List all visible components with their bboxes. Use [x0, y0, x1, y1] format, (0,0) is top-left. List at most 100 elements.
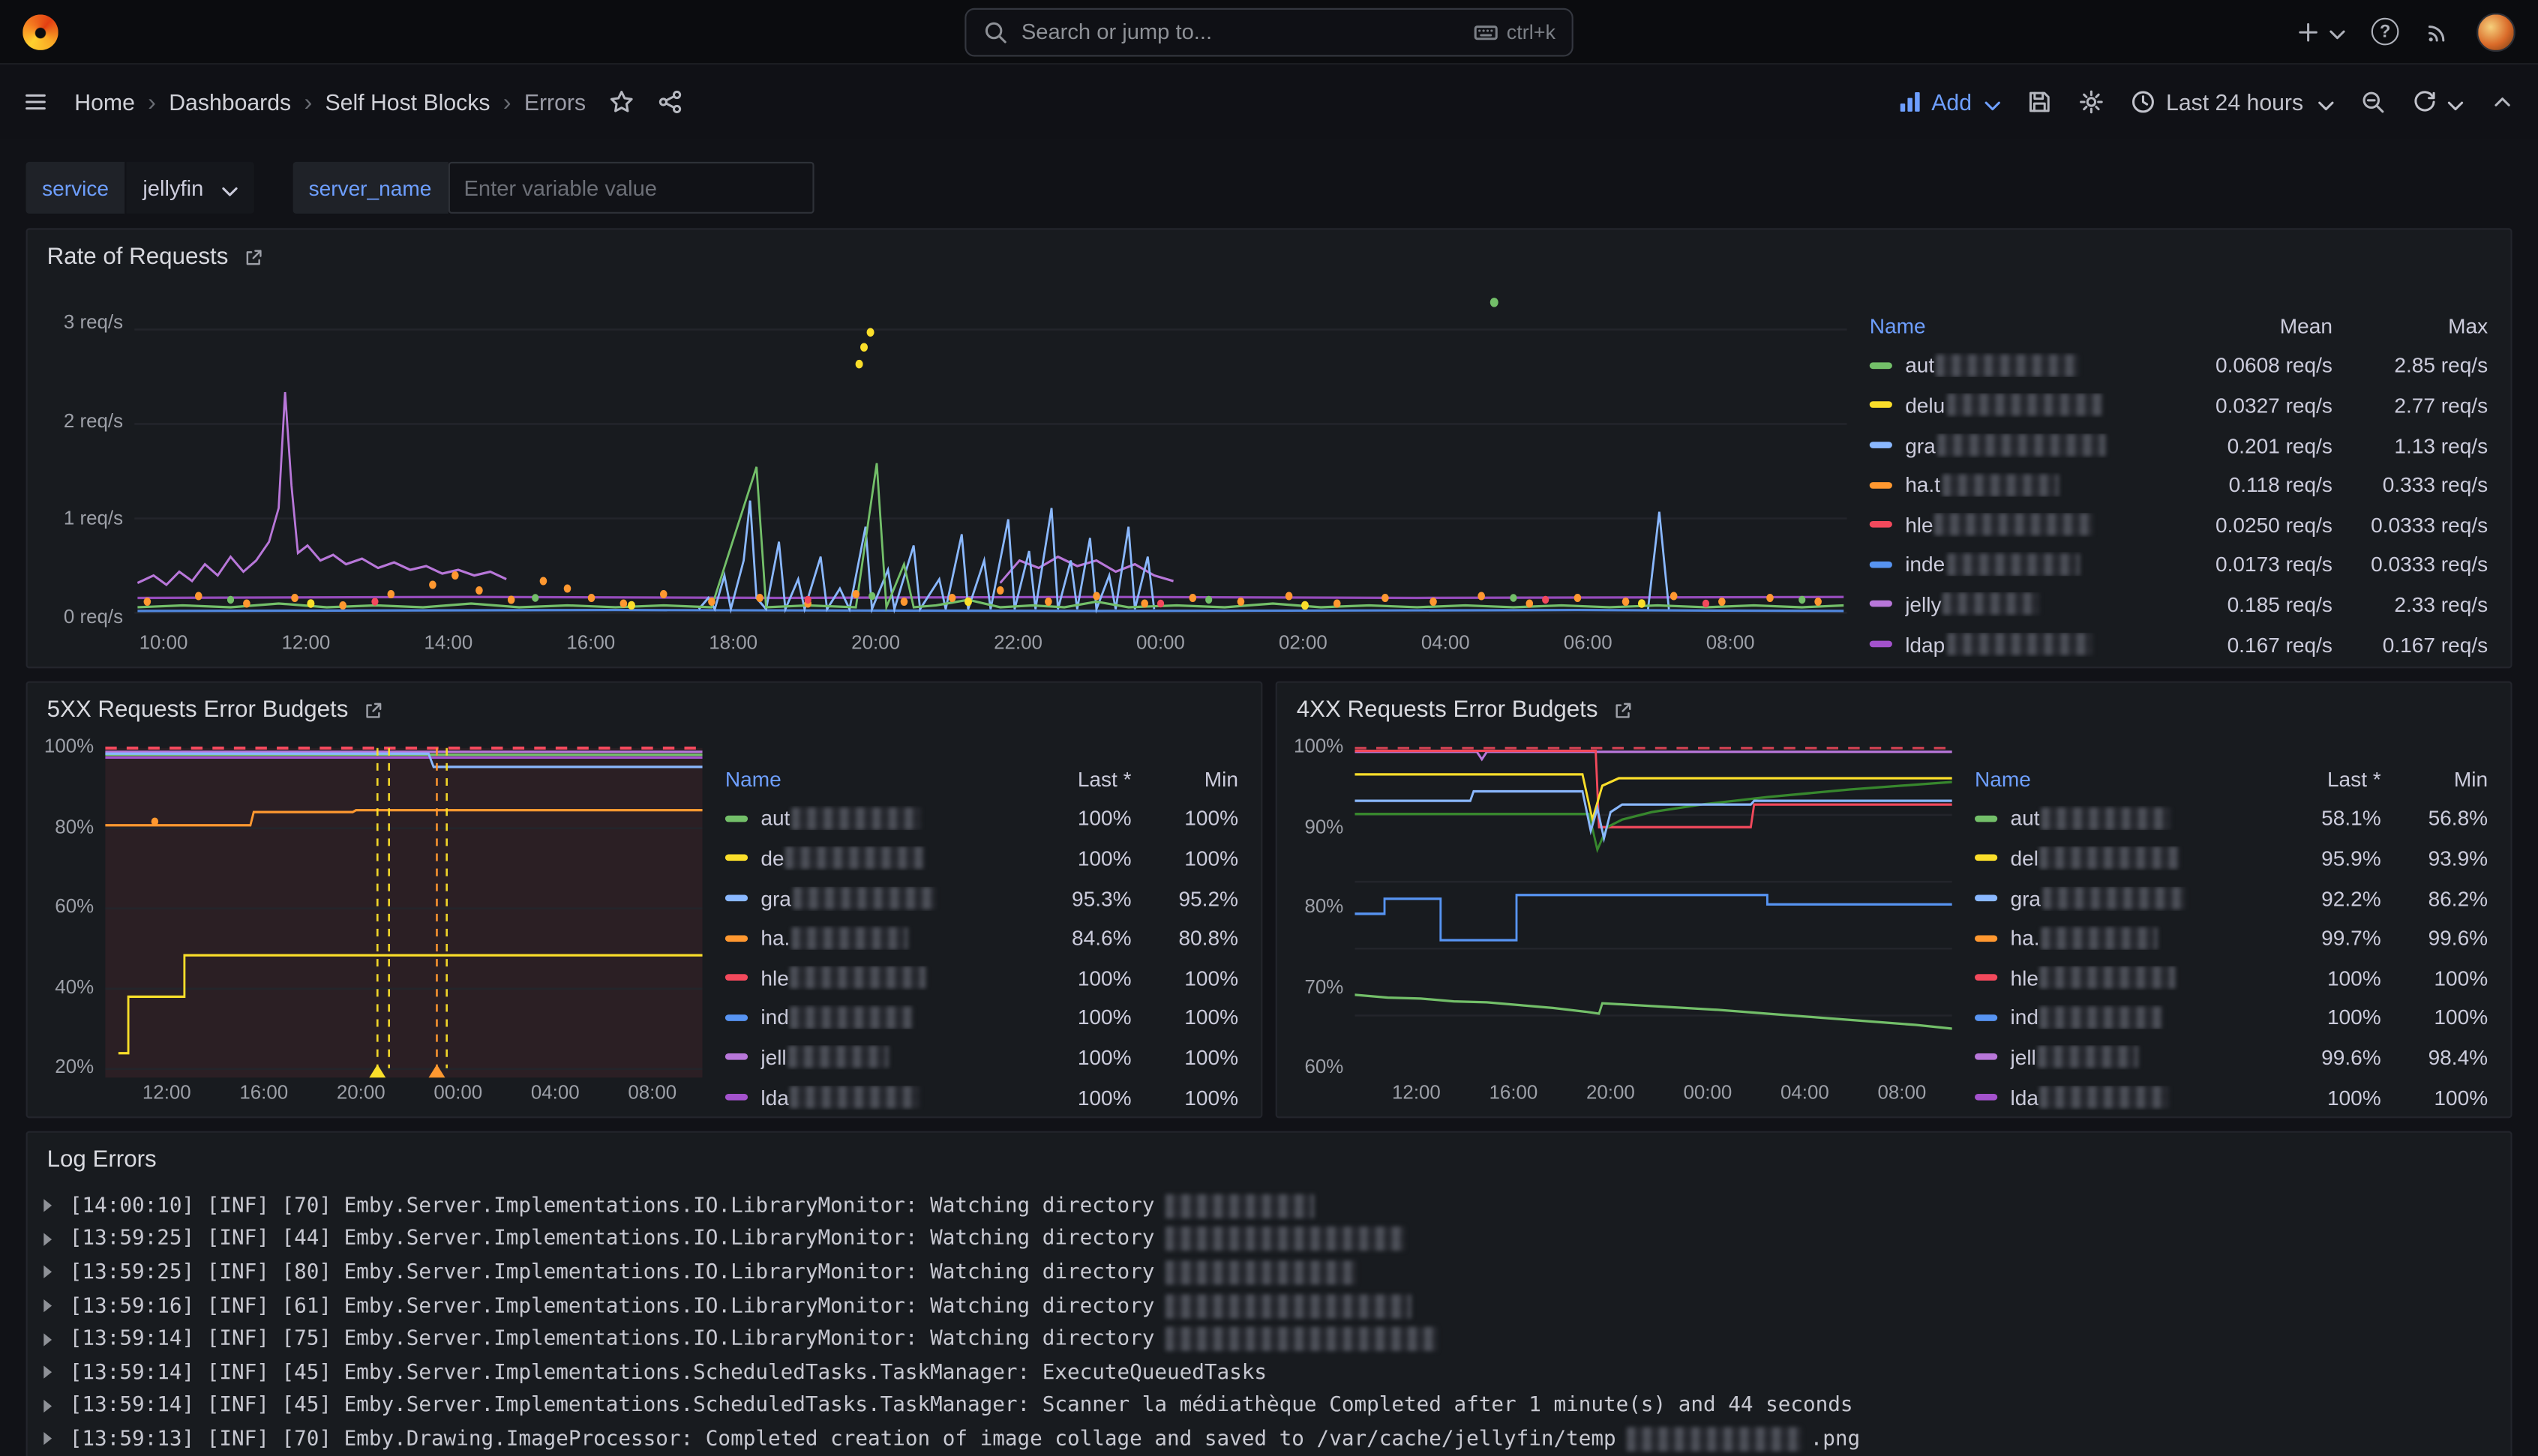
breadcrumb-dashboards[interactable]: Dashboards — [169, 89, 291, 115]
collapse-toolbar-icon[interactable] — [2489, 89, 2516, 115]
star-icon[interactable] — [608, 89, 634, 115]
log-row[interactable]: [14:00:10] [INF] [70] Emby.Server.Implem… — [44, 1189, 2491, 1222]
series-name[interactable]: ha. — [2010, 926, 2252, 950]
time-range-picker[interactable]: Last 24 hours — [2131, 89, 2335, 115]
log-row[interactable]: [13:59:13] [INF] [70] Emby.Drawing.Image… — [44, 1422, 2491, 1455]
variable-server-input[interactable] — [448, 162, 814, 214]
external-link-icon[interactable] — [243, 247, 264, 268]
legend-row[interactable]: jelly 0.185 req/s 2.33 req/s — [1870, 584, 2488, 624]
series-name[interactable]: del — [2010, 846, 2252, 870]
legend-row[interactable]: lda 100% 100% — [1975, 1077, 2488, 1117]
series-name[interactable]: jell — [2010, 1045, 2252, 1069]
panel-title[interactable]: Rate of Requests — [47, 244, 229, 271]
legend-row[interactable]: ind 100% 100% — [725, 998, 1238, 1038]
legend-row[interactable]: lda 100% 100% — [725, 1077, 1238, 1117]
legend-row[interactable]: hle 100% 100% — [725, 958, 1238, 998]
legend-row[interactable]: hle 0.0250 req/s 0.0333 req/s — [1870, 505, 2488, 544]
log-row[interactable]: [13:59:14] [INF] [75] Emby.Server.Implem… — [44, 1323, 2491, 1356]
series-name[interactable]: lda — [2010, 1085, 2252, 1109]
menu-toggle-button[interactable] — [22, 89, 49, 115]
series-name[interactable]: jell — [760, 1045, 1002, 1069]
legend-row[interactable]: de 100% 100% — [725, 838, 1238, 878]
series-name[interactable]: ind — [2010, 1005, 2252, 1029]
search-input[interactable]: Search or jump to... ctrl+k — [964, 7, 1573, 56]
legend-col-min[interactable]: Min — [1132, 767, 1238, 791]
legend-row[interactable]: aut 58.1% 56.8% — [1975, 798, 2488, 838]
series-name[interactable]: ha. — [760, 926, 1002, 950]
series-name[interactable]: gra — [760, 886, 1002, 910]
grafana-logo[interactable] — [22, 13, 58, 49]
breadcrumb-folder[interactable]: Self Host Blocks — [325, 89, 490, 115]
series-name[interactable]: aut — [2010, 807, 2252, 831]
legend-col-last[interactable]: Last * — [2252, 767, 2381, 791]
legend-row[interactable]: gra 0.201 req/s 1.13 req/s — [1870, 425, 2488, 465]
expand-log-icon[interactable] — [44, 1333, 70, 1346]
log-row[interactable]: [13:59:25] [INF] [44] Emby.Server.Implem… — [44, 1223, 2491, 1256]
variable-service-select[interactable]: jellyfin — [127, 162, 254, 214]
legend-col-min[interactable]: Min — [2381, 767, 2488, 791]
legend-row[interactable]: hle 100% 100% — [1975, 958, 2488, 998]
log-row[interactable]: [13:59:14] [INF] [45] Emby.Server.Implem… — [44, 1389, 2491, 1422]
err4xx-chart-canvas[interactable] — [1354, 733, 1952, 1078]
panel-title[interactable]: Log Errors — [47, 1147, 157, 1173]
external-link-icon[interactable] — [363, 700, 384, 721]
external-link-icon[interactable] — [1612, 700, 1634, 721]
legend-col-name[interactable]: Name — [1870, 313, 2152, 337]
help-button[interactable] — [2372, 18, 2399, 46]
legend-row[interactable]: delu 0.0327 req/s 2.77 req/s — [1870, 385, 2488, 425]
expand-log-icon[interactable] — [44, 1200, 70, 1212]
legend-col-name[interactable]: Name — [725, 767, 1002, 791]
new-button[interactable] — [2295, 19, 2345, 45]
panel-title[interactable]: 5XX Requests Error Budgets — [47, 697, 349, 724]
news-button[interactable] — [2425, 19, 2451, 45]
series-name[interactable]: lda — [760, 1085, 1002, 1109]
rate-chart-canvas[interactable] — [134, 280, 1846, 628]
add-panel-button[interactable]: Add — [1898, 89, 2001, 115]
series-name[interactable]: de — [760, 846, 1002, 870]
series-name[interactable]: ldap — [1905, 632, 2151, 656]
series-name[interactable]: gra — [2010, 886, 2252, 910]
series-name[interactable]: hle — [2010, 966, 2252, 990]
series-name[interactable]: aut — [1905, 353, 2151, 377]
legend-row[interactable]: ind 100% 100% — [1975, 998, 2488, 1038]
series-name[interactable]: jelly — [1905, 592, 2151, 616]
legend-row[interactable]: ha. 99.7% 99.6% — [1975, 918, 2488, 958]
series-name[interactable]: ha.t — [1905, 473, 2151, 497]
log-row[interactable]: [13:59:16] [INF] [61] Emby.Server.Implem… — [44, 1290, 2491, 1323]
err5xx-chart-canvas[interactable] — [105, 733, 702, 1078]
legend-row[interactable]: aut 0.0608 req/s 2.85 req/s — [1870, 346, 2488, 385]
expand-log-icon[interactable] — [44, 1299, 70, 1312]
share-icon[interactable] — [657, 89, 683, 115]
expand-log-icon[interactable] — [44, 1266, 70, 1279]
series-name[interactable]: ind — [760, 1005, 1002, 1029]
legend-row[interactable]: ldap 0.167 req/s 0.167 req/s — [1870, 625, 2488, 664]
user-avatar-button[interactable] — [2476, 12, 2516, 51]
legend-row[interactable]: ha.t 0.118 req/s 0.333 req/s — [1870, 465, 2488, 505]
series-name[interactable]: delu — [1905, 393, 2151, 417]
save-icon[interactable] — [2026, 89, 2053, 115]
refresh-button[interactable] — [2412, 89, 2464, 115]
series-name[interactable]: gra — [1905, 433, 2151, 457]
legend-row[interactable]: inde 0.0173 req/s 0.0333 req/s — [1870, 544, 2488, 584]
legend-row[interactable]: ha. 84.6% 80.8% — [725, 918, 1238, 958]
series-name[interactable]: hle — [1905, 513, 2151, 537]
series-name[interactable]: inde — [1905, 553, 2151, 577]
legend-col-max[interactable]: Max — [2332, 313, 2488, 337]
log-row[interactable]: [13:59:14] [INF] [45] Emby.Server.Implem… — [44, 1356, 2491, 1389]
legend-col-last[interactable]: Last * — [1002, 767, 1132, 791]
gear-icon[interactable] — [2078, 89, 2104, 115]
legend-row[interactable]: jell 99.6% 98.4% — [1975, 1038, 2488, 1077]
panel-title[interactable]: 4XX Requests Error Budgets — [1297, 697, 1598, 724]
legend-row[interactable]: gra 92.2% 86.2% — [1975, 878, 2488, 918]
series-name[interactable]: hle — [760, 966, 1002, 990]
expand-log-icon[interactable] — [44, 1366, 70, 1379]
expand-log-icon[interactable] — [44, 1233, 70, 1245]
expand-log-icon[interactable] — [44, 1433, 70, 1446]
legend-row[interactable]: gra 95.3% 95.2% — [725, 878, 1238, 918]
legend-row[interactable]: aut 100% 100% — [725, 798, 1238, 838]
series-name[interactable]: aut — [760, 807, 1002, 831]
breadcrumb-home[interactable]: Home — [74, 89, 135, 115]
zoom-out-icon[interactable] — [2360, 89, 2386, 115]
legend-row[interactable]: jell 100% 100% — [725, 1038, 1238, 1077]
expand-log-icon[interactable] — [44, 1400, 70, 1413]
